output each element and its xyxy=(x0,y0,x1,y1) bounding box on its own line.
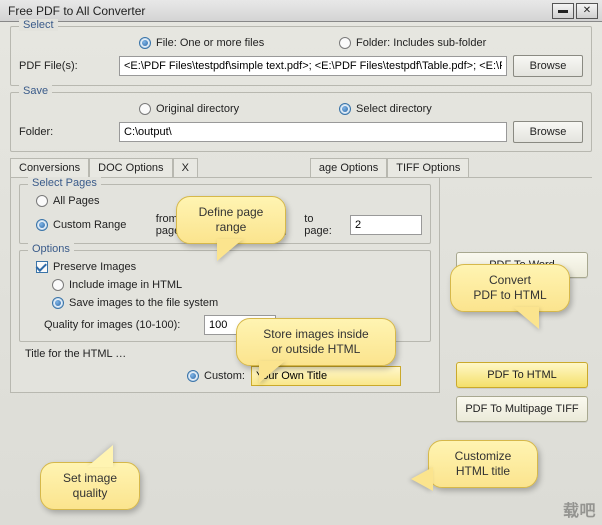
radio-file[interactable]: File: One or more files xyxy=(139,37,339,49)
radio-all-pages-label: All Pages xyxy=(53,195,99,207)
select-pages-legend: Select Pages xyxy=(28,177,101,189)
radio-select-dir[interactable]: Select directory xyxy=(339,103,432,115)
pdf-to-html-button[interactable]: PDF To HTML xyxy=(456,362,588,388)
folder-label: Folder: xyxy=(19,126,119,138)
tab-tiff-options[interactable]: TIFF Options xyxy=(387,158,469,177)
minimize-button[interactable]: ▬ xyxy=(552,3,574,19)
callout-define-page-range: Define page range xyxy=(176,196,286,244)
radio-save-images-fs[interactable]: Save images to the file system xyxy=(52,297,218,309)
minimize-icon: ▬ xyxy=(558,5,568,16)
callout-store-images: Store images inside or outside HTML xyxy=(236,318,396,366)
window-title: Free PDF to All Converter xyxy=(8,4,550,18)
radio-dot-icon xyxy=(36,219,48,231)
radio-select-dir-label: Select directory xyxy=(356,103,432,115)
custom-title-label: Custom: xyxy=(204,370,245,382)
radio-all-pages[interactable]: All Pages xyxy=(36,195,99,207)
browse-files-button[interactable]: Browse xyxy=(513,55,583,77)
options-legend: Options xyxy=(28,243,74,255)
tabstrip: Conversions DOC Options X age Options TI… xyxy=(10,158,592,178)
radio-dot-icon xyxy=(139,103,151,115)
radio-dot-icon xyxy=(339,103,351,115)
callout-set-image-quality: Set image quality xyxy=(40,462,140,510)
radio-custom-range[interactable]: Custom Range xyxy=(36,219,156,231)
tab-x-partial[interactable]: X xyxy=(173,158,198,177)
browse-folder-button[interactable]: Browse xyxy=(513,121,583,143)
watermark-text: 载吧 xyxy=(563,497,596,521)
close-icon: ✕ xyxy=(583,5,591,16)
client-area: Select File: One or more files Folder: I… xyxy=(0,22,602,525)
callout-customize-html-title: Customize HTML title xyxy=(428,440,538,488)
radio-include-image-html[interactable]: Include image in HTML xyxy=(52,279,182,291)
folder-input[interactable] xyxy=(119,122,507,142)
close-button[interactable]: ✕ xyxy=(576,3,598,19)
radio-dot-icon xyxy=(52,297,64,309)
radio-dot-icon xyxy=(339,37,351,49)
quality-label: Quality for images (10-100): xyxy=(44,319,204,331)
checkbox-icon xyxy=(36,261,48,273)
radio-folder[interactable]: Folder: Includes sub-folder xyxy=(339,37,486,49)
radio-original-dir[interactable]: Original directory xyxy=(139,103,339,115)
preserve-images-label: Preserve Images xyxy=(53,261,136,273)
html-title-prefix: Title for the HTML … xyxy=(25,348,193,360)
radio-dot-icon xyxy=(139,37,151,49)
radio-folder-label: Folder: Includes sub-folder xyxy=(356,37,486,49)
radio-dot-icon xyxy=(52,279,64,291)
tab-doc-options[interactable]: DOC Options xyxy=(89,158,172,177)
callout-convert-pdf-html: Convert PDF to HTML xyxy=(450,264,570,312)
radio-dot-icon xyxy=(36,195,48,207)
radio-original-label: Original directory xyxy=(156,103,239,115)
pdf-to-multipage-tiff-button[interactable]: PDF To Multipage TIFF xyxy=(456,396,588,422)
save-legend: Save xyxy=(19,85,52,97)
checkbox-preserve-images[interactable]: Preserve Images xyxy=(36,261,136,273)
select-legend: Select xyxy=(19,19,58,31)
title-bar: Free PDF to All Converter ▬ ✕ xyxy=(0,0,602,22)
radio-dot-icon xyxy=(187,370,199,382)
save-group: Save Original directory Select directory… xyxy=(10,92,592,152)
radio-custom-range-label: Custom Range xyxy=(53,219,126,231)
to-page-label: to page: xyxy=(304,213,344,237)
radio-file-label: File: One or more files xyxy=(156,37,264,49)
tab-image-options-partial[interactable]: age Options xyxy=(310,158,387,177)
select-group: Select File: One or more files Folder: I… xyxy=(10,26,592,86)
pdf-files-label: PDF File(s): xyxy=(19,60,119,72)
include-image-label: Include image in HTML xyxy=(69,279,182,291)
tab-conversions[interactable]: Conversions xyxy=(10,158,89,177)
radio-custom-title[interactable]: Custom: xyxy=(187,370,245,382)
pdf-files-input[interactable] xyxy=(119,56,507,76)
save-images-fs-label: Save images to the file system xyxy=(69,297,218,309)
to-page-input[interactable] xyxy=(350,215,422,235)
